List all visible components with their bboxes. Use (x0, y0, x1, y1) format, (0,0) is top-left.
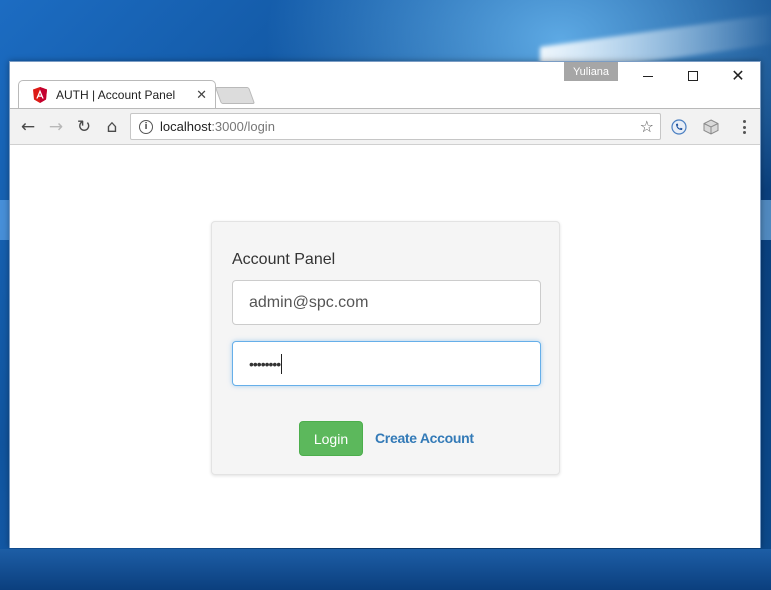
site-info-icon[interactable]: i (139, 119, 153, 134)
text-caret (281, 353, 283, 374)
back-button[interactable]: ← (18, 117, 38, 137)
login-button[interactable]: Login (299, 421, 363, 456)
profile-badge[interactable]: Yuliana (564, 62, 618, 81)
password-field[interactable]: •••••••• (232, 341, 541, 386)
address-bar[interactable]: i localhost:3000/login ☆ (130, 113, 661, 140)
reload-button[interactable]: ↻ (74, 117, 94, 137)
browser-menu-icon[interactable] (738, 118, 750, 136)
password-mask: •••••••• (249, 355, 281, 372)
new-tab-button[interactable] (214, 87, 256, 104)
home-icon: ⌂ (106, 117, 118, 137)
extension-phone-icon[interactable] (670, 118, 688, 136)
browser-window: Yuliana ✕ AUTH | Account Panel ✕ ← → ↻ ⌂… (9, 61, 761, 548)
home-button[interactable]: ⌂ (102, 117, 122, 137)
maximize-button[interactable] (670, 62, 716, 90)
arrow-left-icon: ← (20, 117, 36, 137)
email-value: admin@spc.com (249, 293, 369, 311)
url-path: :3000/login (211, 119, 275, 134)
desktop-bottom-area (0, 549, 771, 590)
angular-icon (33, 87, 47, 103)
reload-icon: ↻ (76, 117, 92, 137)
tab-close-icon[interactable]: ✕ (196, 88, 207, 103)
close-window-button[interactable]: ✕ (715, 62, 761, 90)
tab-title: AUTH | Account Panel (56, 88, 176, 102)
url-host: localhost (160, 119, 212, 134)
email-field[interactable]: admin@spc.com (232, 280, 541, 325)
browser-toolbar: ← → ↻ ⌂ i localhost:3000/login ☆ (10, 109, 760, 145)
tab-account-panel[interactable]: AUTH | Account Panel ✕ (18, 80, 216, 109)
arrow-right-icon: → (48, 117, 64, 137)
page-viewport: Account Panel admin@spc.com •••••••• Log… (10, 146, 760, 548)
close-icon: ✕ (731, 66, 745, 85)
minimize-icon (643, 75, 653, 77)
forward-button[interactable]: → (46, 117, 66, 137)
create-account-link[interactable]: Create Account (375, 430, 474, 446)
title-bar: Yuliana ✕ AUTH | Account Panel ✕ (10, 62, 761, 109)
panel-title: Account Panel (232, 251, 336, 268)
minimize-button[interactable] (625, 62, 671, 90)
maximize-icon (688, 71, 698, 81)
extension-cube-icon[interactable] (702, 118, 720, 136)
wallpaper-accent-right (760, 200, 771, 240)
account-panel: Account Panel admin@spc.com •••••••• Log… (211, 221, 560, 475)
bookmark-star-icon[interactable]: ☆ (640, 117, 654, 136)
